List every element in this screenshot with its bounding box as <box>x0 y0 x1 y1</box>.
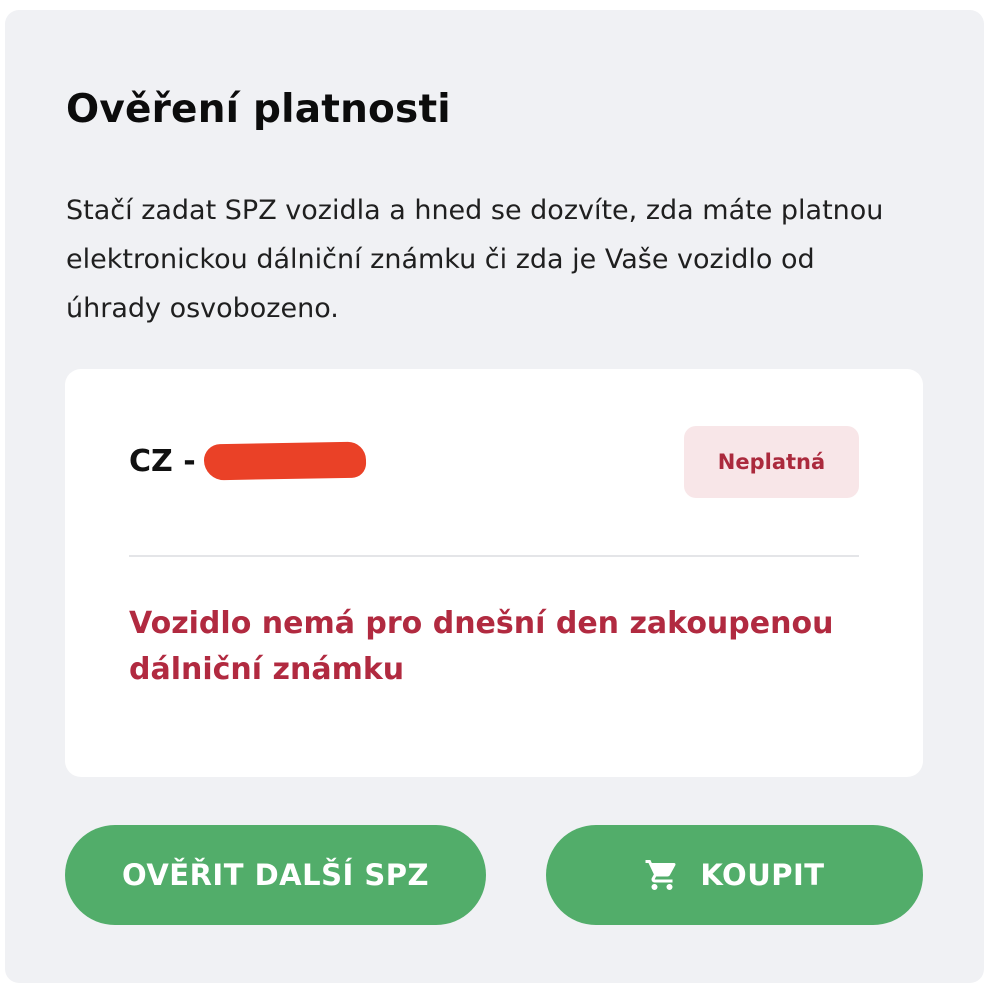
validity-check-panel: Ověření platnosti Stačí zadat SPZ vozidl… <box>5 10 984 983</box>
verify-button-label: OVĚŘIT DALŠÍ SPZ <box>121 858 430 892</box>
buy-button-label: KOUPIT <box>700 858 825 892</box>
verify-another-plate-button[interactable]: OVĚŘIT DALŠÍ SPZ <box>65 825 486 925</box>
cart-icon <box>644 857 680 893</box>
license-plate: CZ - <box>129 437 366 485</box>
plate-prefix: CZ - <box>129 443 196 479</box>
status-badge: Neplatná <box>684 426 859 498</box>
description-text: Stačí zadat SPZ vozidla a hned se dozvít… <box>66 195 884 324</box>
result-card: CZ - Neplatná Vozidlo nemá pro dnešní de… <box>65 369 923 777</box>
page-title: Ověření platnosti <box>66 87 451 132</box>
result-message: Vozidlo nemá pro dnešní den zakoupenou d… <box>129 606 834 687</box>
plate-redaction-mark <box>203 441 366 481</box>
buy-button[interactable]: KOUPIT <box>546 825 923 925</box>
divider <box>129 555 859 557</box>
